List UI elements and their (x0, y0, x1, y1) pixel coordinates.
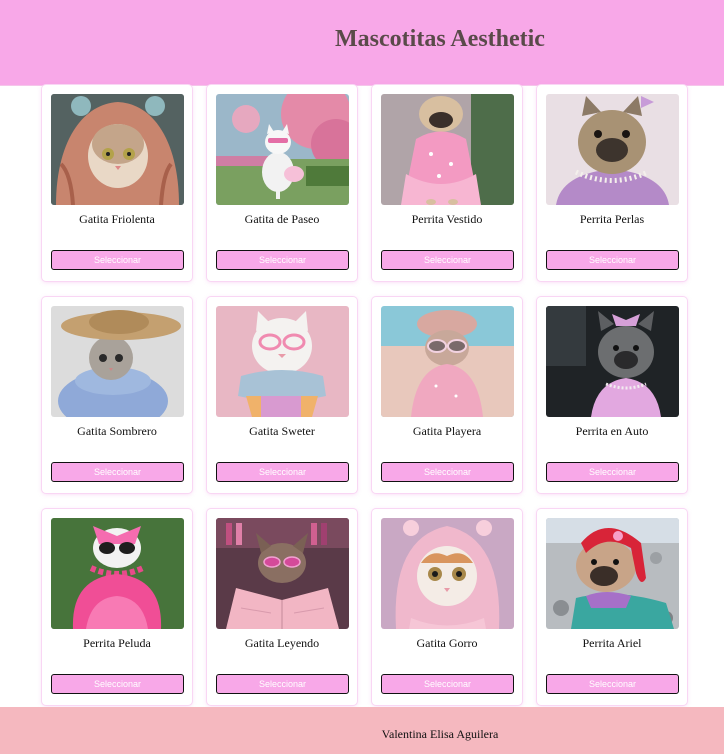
select-button[interactable]: Seleccionar (51, 250, 184, 270)
pug-in-pink-dress-image (381, 94, 514, 205)
cat-reading-book-image (216, 518, 349, 629)
pet-card: Perrita en Auto Seleccionar (537, 297, 687, 493)
pet-name: Gatita Sweter (249, 424, 315, 438)
dog-in-pink-fluff-image (51, 518, 184, 629)
pet-name: Perrita Peluda (83, 636, 151, 650)
pet-name: Perrita en Auto (575, 424, 649, 438)
pet-card: Perrita Vestido Seleccionar (372, 85, 522, 281)
select-button[interactable]: Seleccionar (546, 250, 679, 270)
pet-name: Perrita Ariel (582, 636, 642, 650)
cat-in-scarf-image (216, 306, 349, 417)
pet-name: Gatita Gorro (416, 636, 478, 650)
select-button[interactable]: Seleccionar (381, 674, 514, 694)
pet-name: Gatita Playera (412, 424, 482, 438)
cat-with-straw-hat-image (51, 306, 184, 417)
bulldog-mermaid-costume-image (546, 518, 679, 629)
select-button[interactable]: Seleccionar (216, 250, 349, 270)
cat-in-knitted-hood-image (51, 94, 184, 205)
select-button[interactable]: Seleccionar (546, 462, 679, 482)
pet-card: Gatita de Paseo Seleccionar (207, 85, 357, 281)
select-button[interactable]: Seleccionar (51, 674, 184, 694)
select-button[interactable]: Seleccionar (546, 674, 679, 694)
pet-card: Gatita Playera Seleccionar (372, 297, 522, 493)
pet-name: Gatita de Paseo (244, 212, 320, 226)
select-button[interactable]: Seleccionar (381, 250, 514, 270)
author-name: Valentina Elisa Aguilera (381, 727, 499, 741)
cat-in-pink-hood-image (381, 518, 514, 629)
pet-name: Gatita Sombrero (77, 424, 157, 438)
select-button[interactable]: Seleccionar (381, 462, 514, 482)
site-footer: Valentina Elisa Aguilera (0, 707, 724, 754)
pet-card: Gatita Leyendo Seleccionar (207, 509, 357, 705)
site-header: Mascotitas Aesthetic (0, 0, 724, 86)
pet-card: Perrita Perlas Seleccionar (537, 85, 687, 281)
pet-card: Perrita Peluda Seleccionar (42, 509, 192, 705)
pet-name: Perrita Perlas (579, 212, 645, 226)
pet-card: Gatita Sweter Seleccionar (207, 297, 357, 493)
bulldog-with-pearls-image (546, 94, 679, 205)
pet-card: Gatita Sombrero Seleccionar (42, 297, 192, 493)
cat-on-beach-image (381, 306, 514, 417)
pet-card: Gatita Gorro Seleccionar (372, 509, 522, 705)
cat-in-garden-image (216, 94, 349, 205)
select-button[interactable]: Seleccionar (51, 462, 184, 482)
pet-name: Gatita Friolenta (79, 212, 155, 226)
select-button[interactable]: Seleccionar (216, 674, 349, 694)
page-title: Mascotitas Aesthetic (335, 26, 545, 52)
pet-card: Perrita Ariel Seleccionar (537, 509, 687, 705)
pet-card: Gatita Friolenta Seleccionar (42, 85, 192, 281)
pet-name: Gatita Leyendo (244, 636, 320, 650)
pet-name: Perrita Vestido (411, 212, 483, 226)
bulldog-in-car-image (546, 306, 679, 417)
select-button[interactable]: Seleccionar (216, 462, 349, 482)
